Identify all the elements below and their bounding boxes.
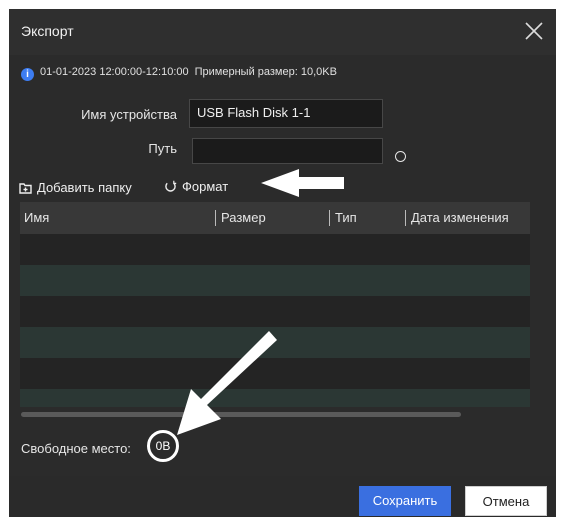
column-size[interactable]: Размер (221, 210, 266, 225)
free-space-label: Свободное место: (21, 441, 131, 456)
device-name-label: Имя устройства (81, 107, 177, 122)
export-dialog: Экспорт i 01-01-2023 12:00:00-12:10:00 При… (9, 9, 556, 517)
column-type[interactable]: Тип (335, 210, 357, 225)
folder-add-icon (19, 183, 32, 194)
annotation-arrow-down-left-icon (177, 331, 277, 435)
close-icon[interactable] (522, 19, 546, 43)
path-input[interactable] (192, 138, 383, 164)
table-row (20, 265, 530, 296)
table-row (20, 296, 530, 327)
path-label: Путь (148, 141, 177, 156)
format-button[interactable]: Формат (164, 179, 228, 194)
refresh-icon (165, 180, 177, 192)
spinner-icon (395, 151, 406, 162)
add-folder-label: Добавить папку (37, 180, 132, 195)
add-folder-button[interactable]: Добавить папку (19, 180, 132, 195)
format-label: Формат (182, 179, 229, 194)
table-row (20, 234, 530, 265)
annotation-arrow-left-icon (261, 169, 344, 197)
cancel-button[interactable]: Отмена (465, 486, 547, 516)
dialog-footer: Сохранить Отмена (9, 476, 556, 517)
column-name[interactable]: Имя (24, 210, 49, 225)
dialog-title: Экспорт (21, 23, 74, 39)
info-icon: i (21, 68, 34, 81)
table-header: Имя Размер Тип Дата изменения (20, 202, 530, 234)
time-range: 01-01-2023 12:00:00-12:10:00 (40, 66, 189, 78)
column-modified-date[interactable]: Дата изменения (411, 210, 509, 225)
export-info: i 01-01-2023 12:00:00-12:10:00 Примерный р… (21, 66, 337, 81)
save-button[interactable]: Сохранить (359, 486, 451, 516)
device-name-field[interactable]: USB Flash Disk 1-1 (189, 99, 383, 128)
estimated-size: Примерный размер: 10,0KB (194, 66, 337, 78)
dialog-titlebar: Экспорт (9, 9, 556, 55)
